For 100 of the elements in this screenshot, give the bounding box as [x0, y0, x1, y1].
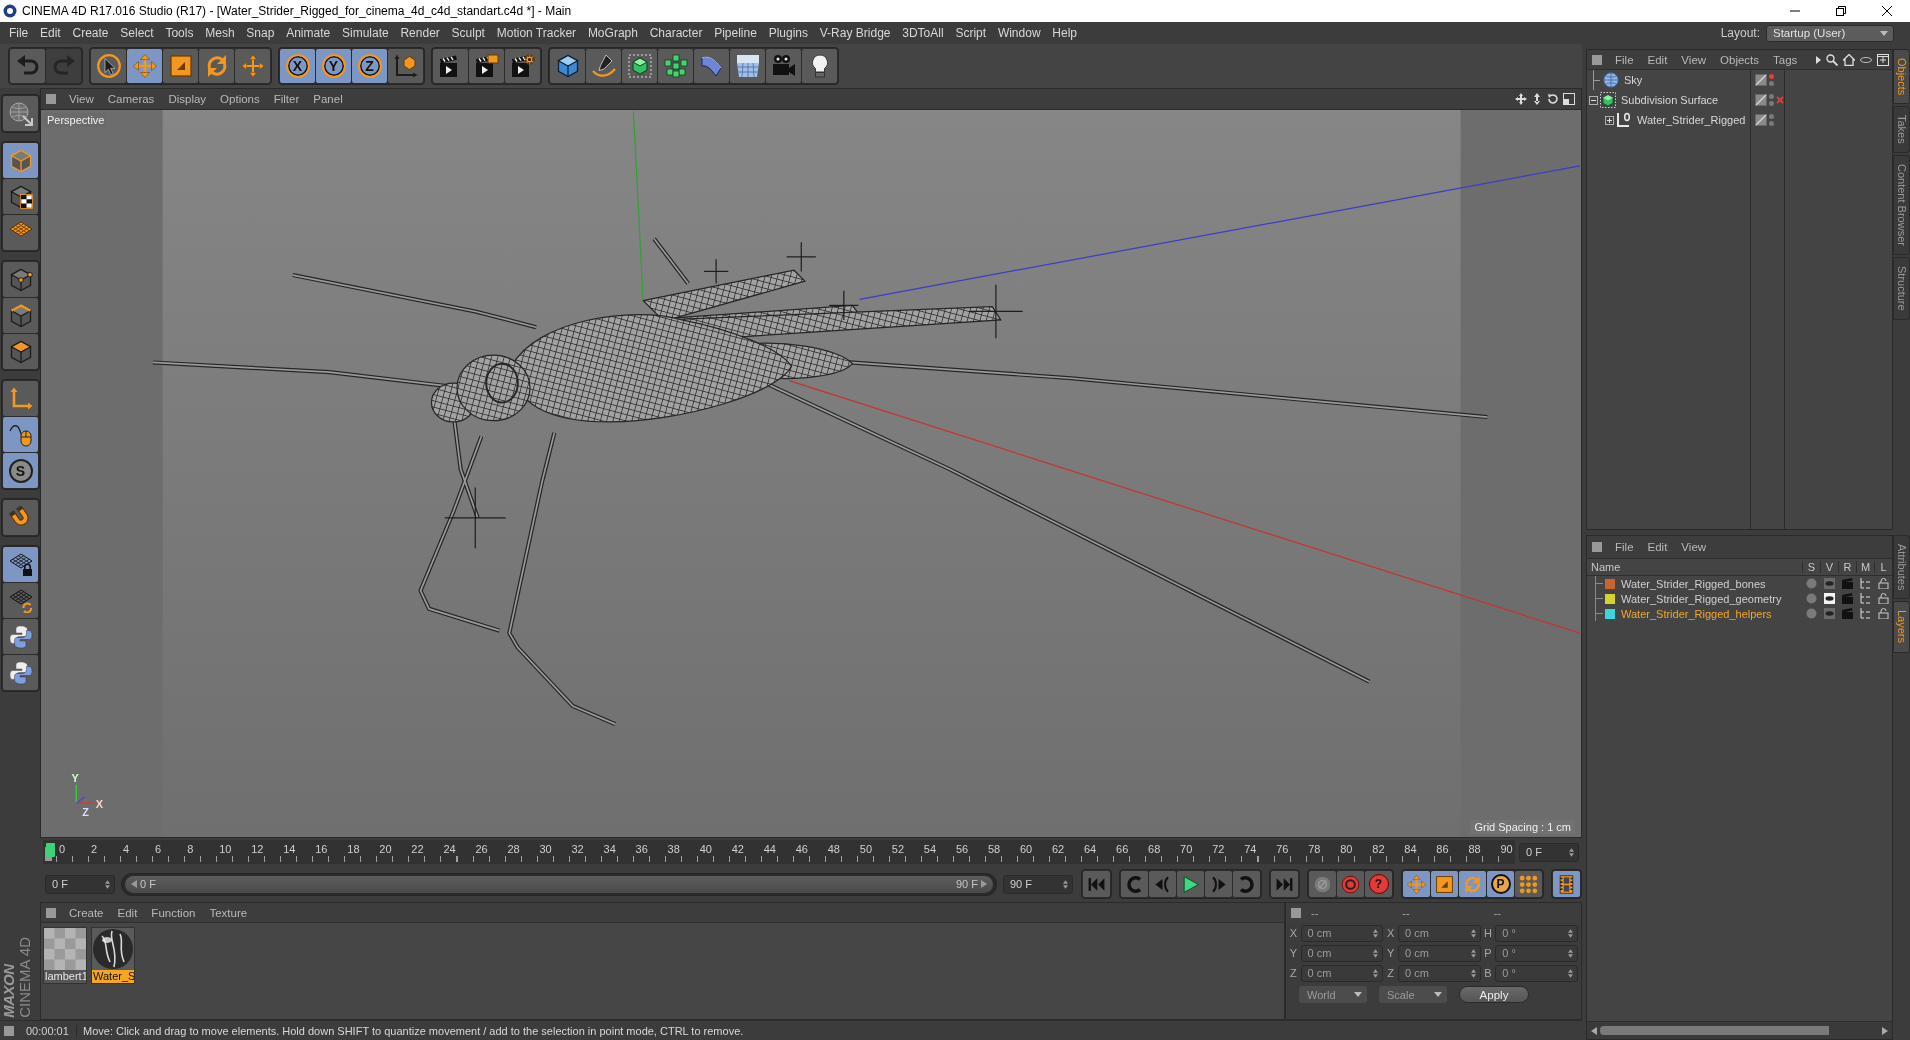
menu-item[interactable]: Display — [161, 93, 214, 105]
menu-item[interactable]: Options — [213, 93, 267, 105]
grip-icon[interactable] — [4, 1025, 14, 1036]
padlock-icon[interactable] — [1877, 608, 1889, 619]
menu-item[interactable]: Create — [62, 906, 111, 919]
timeline-ruler[interactable]: 0 2 4 6 8 10 12 14 16 18 20 22 24 26 28 30 32 34 36 38 40 42 44 46 48 50 52 54 56 58 60 62 64 66 68 70 72 74 76 78 80 82 84 86 88 90 — [43, 840, 1515, 864]
current-frame-field[interactable]: 0 F — [1519, 842, 1579, 862]
object-name[interactable]: Sky — [1624, 74, 1643, 86]
grip-icon[interactable] — [1592, 542, 1602, 552]
slashed-square-icon[interactable] — [1755, 114, 1767, 126]
layer-color-swatch[interactable] — [1605, 578, 1615, 589]
start-frame-field[interactable]: 0 F — [45, 874, 115, 894]
menu-item[interactable]: Mesh — [199, 24, 241, 42]
dock-tab[interactable]: Content Browser — [1893, 155, 1910, 255]
menu-item[interactable]: Animate — [280, 24, 337, 42]
menu-item[interactable]: View — [1674, 53, 1714, 66]
key-parameter-button[interactable]: P — [1487, 871, 1514, 897]
orbit-icon[interactable] — [1547, 93, 1559, 105]
menu-item[interactable]: Function — [144, 906, 203, 919]
menu-item[interactable]: Tools — [159, 24, 200, 42]
plus-square-icon[interactable] — [1877, 53, 1889, 66]
dock-tab[interactable]: Takes — [1893, 106, 1910, 154]
menu-item[interactable]: 3DToAll — [896, 24, 950, 42]
close-icon[interactable] — [1882, 6, 1892, 16]
render-visibility-dot-icon[interactable] — [1769, 101, 1774, 106]
column-header[interactable]: L — [1874, 561, 1892, 573]
cross-mark-icon[interactable] — [1776, 96, 1784, 104]
solo-dot-icon[interactable] — [1805, 608, 1817, 619]
editor-visibility-dot-icon[interactable] — [1769, 94, 1774, 99]
layout-dropdown[interactable]: Startup (User) — [1766, 24, 1894, 42]
menu-item[interactable]: Render — [394, 24, 446, 42]
editor-visibility-dot-icon[interactable] — [1769, 74, 1774, 79]
menu-item[interactable]: File — [1608, 53, 1641, 66]
search-icon[interactable] — [1826, 53, 1838, 66]
axis-lock-button[interactable]: Z — [352, 49, 387, 83]
column-header[interactable]: S — [1802, 561, 1820, 573]
grip-icon[interactable] — [46, 94, 56, 104]
material-tile[interactable]: Water_S — [91, 927, 135, 984]
menu-item[interactable]: MoGraph — [582, 24, 644, 42]
object-name[interactable]: Subdivision Surface — [1621, 94, 1719, 106]
slashed-square-icon[interactable] — [1755, 94, 1767, 106]
caret-icon[interactable] — [1880, 30, 1888, 36]
render-visibility-dot-icon[interactable] — [1769, 81, 1774, 86]
menu-item[interactable]: Sculpt — [445, 24, 491, 42]
grip-icon[interactable] — [46, 907, 56, 918]
end-frame-field[interactable]: 90 F — [1003, 874, 1073, 894]
menu-item[interactable]: Create — [66, 24, 115, 42]
home-icon[interactable] — [1843, 53, 1855, 66]
menu-item[interactable]: View — [62, 93, 101, 105]
hierarchy-icon[interactable] — [1859, 578, 1871, 589]
column-header[interactable]: M — [1856, 561, 1874, 573]
solo-dot-icon[interactable] — [1805, 578, 1817, 589]
expand-box-icon[interactable] — [1605, 115, 1614, 125]
menu-item[interactable]: Objects — [1713, 53, 1767, 66]
spinner-arrows-icon[interactable] — [1569, 847, 1574, 857]
menu-item[interactable]: Texture — [202, 906, 255, 919]
spinner-arrows-icon[interactable] — [1063, 879, 1068, 889]
padlock-icon[interactable] — [1877, 593, 1889, 604]
dock-tab[interactable]: Objects — [1893, 49, 1910, 105]
solo-dot-icon[interactable] — [1805, 593, 1817, 604]
padlock-icon[interactable] — [1877, 578, 1889, 589]
dock-tab[interactable]: Structure — [1893, 257, 1910, 320]
dock-tab[interactable]: Attributes — [1893, 535, 1910, 600]
layer-color-swatch[interactable] — [1605, 593, 1615, 604]
menu-item[interactable]: Snap — [240, 24, 281, 42]
hierarchy-icon[interactable] — [1859, 608, 1871, 619]
column-header[interactable]: Name — [1587, 561, 1802, 573]
menu-item[interactable]: Window — [992, 24, 1047, 42]
right-arrow-icon[interactable] — [1882, 1026, 1888, 1035]
object-name[interactable]: Water_Strider_Rigged — [1637, 114, 1746, 126]
more-arrow-icon[interactable] — [1816, 55, 1821, 64]
pan-icon[interactable] — [1515, 93, 1527, 105]
playhead-marker[interactable] — [46, 843, 55, 857]
layer-name[interactable]: Water_Strider_Rigged_bones — [1621, 577, 1766, 590]
menu-item[interactable]: Tags — [1766, 53, 1805, 66]
collapse-box-icon[interactable] — [1589, 95, 1598, 105]
column-header[interactable]: V — [1820, 561, 1838, 573]
menu-item[interactable]: Edit — [110, 906, 145, 919]
menu-item[interactable]: Edit — [1640, 541, 1675, 553]
menu-item[interactable]: Filter — [266, 93, 307, 105]
horizontal-scrollbar[interactable] — [1587, 1021, 1892, 1039]
restore-icon[interactable] — [1836, 6, 1846, 16]
menu-item[interactable]: V-Ray Bridge — [813, 24, 897, 42]
column-header[interactable]: R — [1838, 561, 1856, 573]
left-arrow-icon[interactable] — [131, 880, 137, 888]
maximize-icon[interactable] — [1563, 93, 1575, 105]
menu-item[interactable]: Edit — [1640, 53, 1675, 66]
menu-item[interactable]: Panel — [306, 93, 350, 105]
dock-tab[interactable]: Layers — [1893, 601, 1910, 653]
eye-icon[interactable] — [1823, 593, 1835, 604]
zoom-arrows-icon[interactable] — [1531, 93, 1543, 105]
render-visibility-dot-icon[interactable] — [1769, 121, 1774, 126]
layer-name[interactable]: Water_Strider_Rigged_helpers — [1621, 607, 1772, 620]
menu-item[interactable]: File — [1608, 541, 1641, 553]
menu-item[interactable]: Select — [114, 24, 160, 42]
left-arrow-icon[interactable] — [1591, 1026, 1597, 1035]
menu-item[interactable]: Edit — [34, 24, 67, 42]
menu-item[interactable]: Plugins — [762, 24, 814, 42]
menu-item[interactable]: Help — [1046, 24, 1083, 42]
editor-visibility-dot-icon[interactable] — [1769, 114, 1774, 119]
